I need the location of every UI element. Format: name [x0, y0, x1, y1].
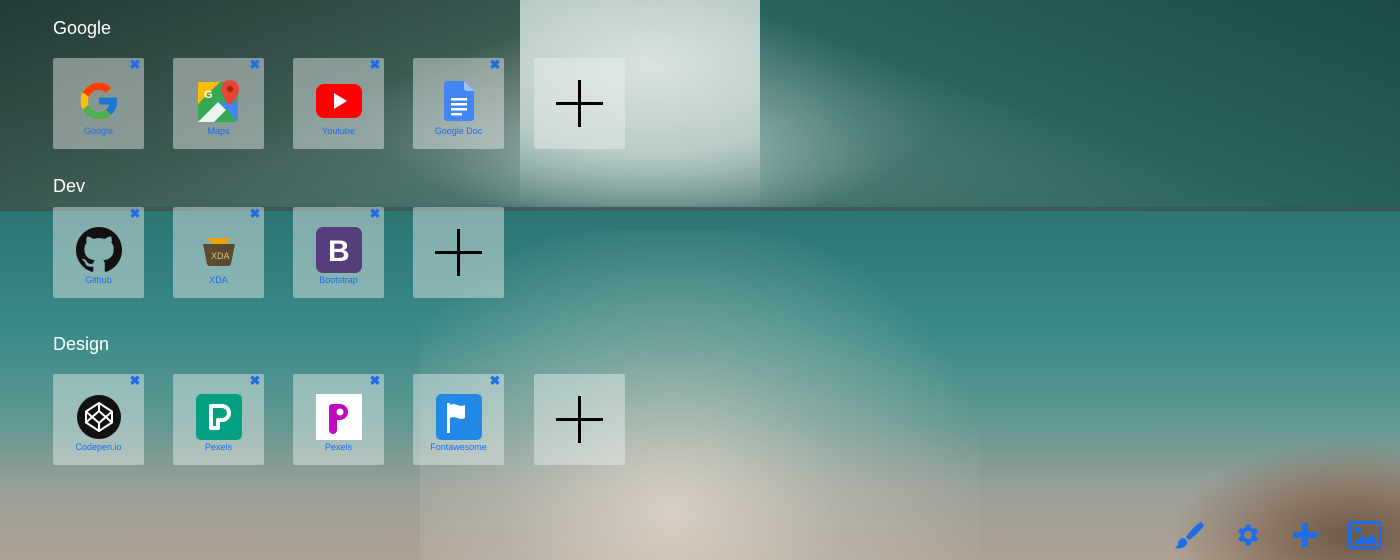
tile-label: Youtube — [322, 126, 355, 136]
bookmark-tile[interactable]: ✖ Youtube — [293, 58, 384, 149]
fontawesome-icon — [436, 394, 482, 440]
close-icon[interactable]: ✖ — [249, 207, 261, 220]
add-bookmark-button[interactable] — [534, 58, 625, 149]
youtube-icon — [316, 78, 362, 124]
close-icon[interactable]: ✖ — [249, 58, 261, 71]
bookmark-tile[interactable]: ✖ Pexels — [173, 374, 264, 465]
plus-icon — [556, 396, 603, 443]
bookmark-tile[interactable]: ✖ Fontawesome — [413, 374, 504, 465]
tile-label: Github — [85, 275, 112, 285]
svg-text:XDA: XDA — [211, 251, 230, 261]
bookmark-tile[interactable]: ✖ Pexels — [293, 374, 384, 465]
close-icon[interactable]: ✖ — [489, 374, 501, 387]
add-bookmark-button[interactable] — [413, 207, 504, 298]
bookmark-tile[interactable]: ✖ Codepen.io — [53, 374, 144, 465]
lake-reflection — [420, 230, 980, 560]
close-icon[interactable]: ✖ — [369, 58, 381, 71]
close-icon[interactable]: ✖ — [129, 374, 141, 387]
svg-text:B: B — [328, 235, 350, 268]
bookmark-tile[interactable]: ✖ B Bootstrap — [293, 207, 384, 298]
bookmark-tile[interactable]: ✖ G Maps — [173, 58, 264, 149]
codepen-icon — [76, 394, 122, 440]
close-icon[interactable]: ✖ — [249, 374, 261, 387]
close-icon[interactable]: ✖ — [369, 374, 381, 387]
tile-label: Codepen.io — [75, 442, 122, 452]
image-icon[interactable] — [1348, 520, 1382, 550]
close-icon[interactable]: ✖ — [369, 207, 381, 220]
google-icon — [76, 78, 122, 124]
plus-icon — [435, 229, 482, 276]
close-icon[interactable]: ✖ — [129, 58, 141, 71]
add-bookmark-button[interactable] — [534, 374, 625, 465]
picsart-icon — [316, 394, 362, 440]
gear-icon[interactable] — [1232, 520, 1262, 550]
pexels-icon — [196, 394, 242, 440]
plus-icon[interactable] — [1290, 520, 1320, 550]
section-title: Dev — [53, 176, 86, 196]
maps-icon: G — [196, 78, 242, 124]
tile-label: Maps — [207, 126, 230, 136]
bookmark-tile[interactable]: ✖ Github — [53, 207, 144, 298]
tile-label: Pexels — [324, 442, 352, 452]
svg-text:G: G — [204, 89, 213, 101]
close-icon[interactable]: ✖ — [129, 207, 141, 220]
bookmark-tile[interactable]: ✖ XDA XDA — [173, 207, 264, 298]
section-title: Google — [53, 18, 112, 38]
close-icon[interactable]: ✖ — [489, 58, 501, 71]
bootstrap-icon: B — [316, 227, 362, 273]
tile-label: Pexels — [204, 442, 232, 452]
tile-label: Google Doc — [434, 126, 483, 136]
google-docs-icon — [436, 78, 482, 124]
bottom-toolbar — [1174, 520, 1382, 550]
section-title: Design — [53, 334, 110, 354]
xda-icon: XDA — [196, 227, 242, 273]
tile-label: Bootstrap — [319, 275, 358, 285]
plus-icon — [556, 80, 603, 127]
bookmark-tile[interactable]: ✖ Google — [53, 58, 144, 149]
github-icon — [76, 227, 122, 273]
tile-label: XDA — [209, 275, 228, 285]
tile-label: Fontawesome — [430, 442, 487, 452]
paint-brush-icon[interactable] — [1174, 520, 1204, 550]
bookmark-tile[interactable]: ✖ Google Doc — [413, 58, 504, 149]
mountain-right — [760, 0, 1400, 215]
tile-label: Google — [83, 126, 114, 136]
